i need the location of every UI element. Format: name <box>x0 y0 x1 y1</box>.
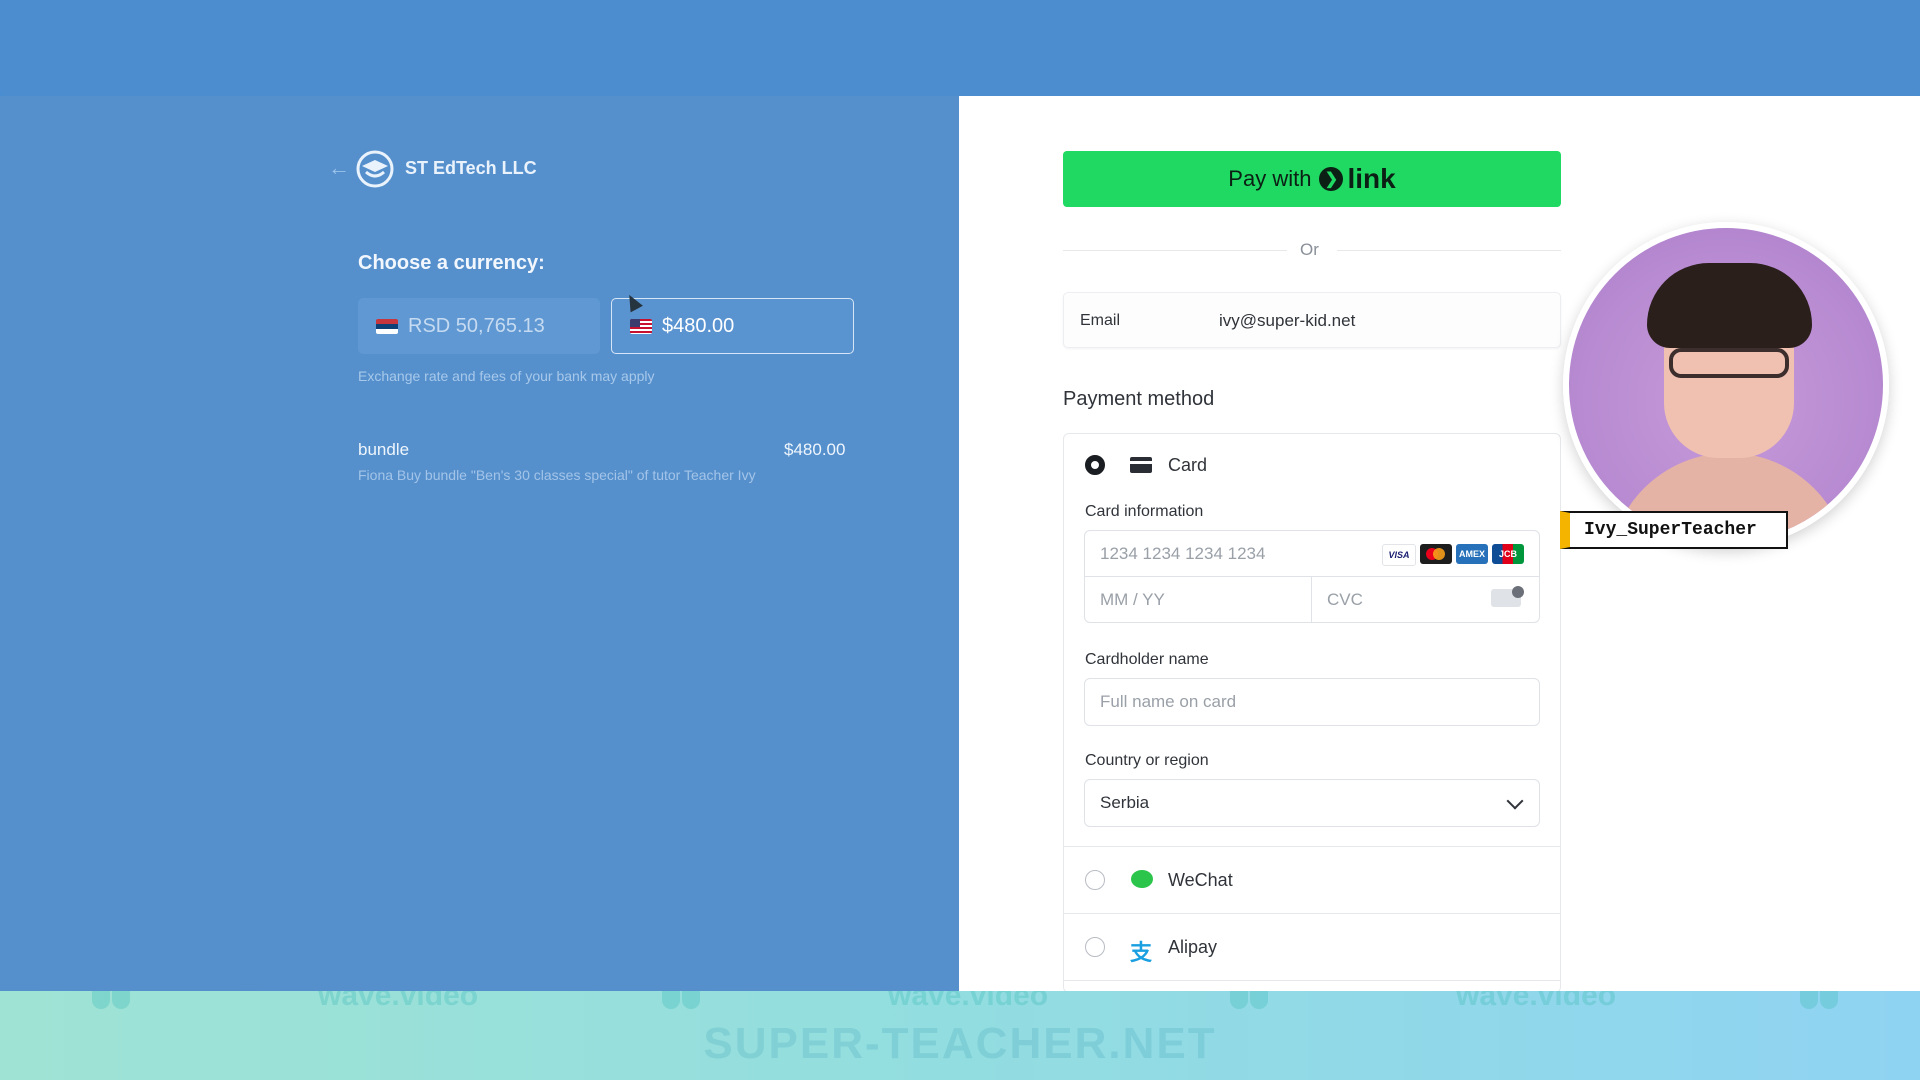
card-brands: VISA AMEX JCB <box>1382 544 1524 566</box>
presenter-name-tag: Ivy_SuperTeacher <box>1560 511 1788 549</box>
line-item-description: Fiona Buy bundle "Ben's 30 classes speci… <box>358 467 756 483</box>
mastercard-icon <box>1420 544 1452 564</box>
order-summary-panel <box>0 96 959 991</box>
alipay-option-label: Alipay <box>1168 937 1218 957</box>
card-option-label: Card <box>1168 455 1208 475</box>
currency-option-label: $480.00 <box>662 314 735 337</box>
jcb-icon: JCB <box>1492 544 1524 564</box>
expiry-input[interactable]: MM / YY <box>1084 576 1312 623</box>
currency-option-rsd[interactable]: RSD 50,765.13 <box>358 298 600 354</box>
presenter-hair <box>1647 263 1812 348</box>
watermark-text: wave.video <box>1456 991 1617 1012</box>
email-value: ivy@super-kid.net <box>1219 311 1356 330</box>
top-video-band <box>0 0 1920 96</box>
email-field[interactable]: Email ivy@super-kid.net <box>1063 292 1561 348</box>
divider <box>1063 846 1561 847</box>
pay-with-link-button[interactable]: Pay with ❯ link <box>1063 151 1561 207</box>
payment-method-title: Payment method <box>1063 388 1215 410</box>
line-item-price: $480.00 <box>784 440 846 459</box>
amex-icon: AMEX <box>1456 544 1488 564</box>
presenter-webcam <box>1563 222 1889 548</box>
visa-icon: VISA <box>1382 544 1416 566</box>
link-brand-label: link <box>1347 163 1396 194</box>
watermark-logo-icon <box>92 991 132 1009</box>
merchant-name: ST EdTech LLC <box>405 158 537 178</box>
country-select[interactable]: Serbia <box>1084 779 1540 827</box>
bottom-watermark: SUPER-TEACHER.NET <box>703 1019 1217 1068</box>
watermark-logo-icon <box>1230 991 1270 1009</box>
presenter-glasses <box>1669 348 1789 378</box>
watermark-logo-icon <box>1800 991 1840 1009</box>
arrow-left-icon[interactable]: ← <box>328 155 350 181</box>
or-separator: Or <box>1300 240 1319 259</box>
divider <box>1063 980 1561 981</box>
cardholder-name-input[interactable]: Full name on card <box>1084 678 1540 726</box>
alipay-radio[interactable] <box>1085 937 1105 957</box>
cvc-placeholder: CVC <box>1327 589 1363 609</box>
link-logo: ❯ link <box>1319 163 1396 195</box>
us-flag-icon <box>630 318 652 334</box>
merchant-logo-icon <box>356 150 394 188</box>
cardholder-name-label: Cardholder name <box>1085 651 1209 668</box>
divider <box>1063 913 1561 914</box>
currency-option-usd[interactable]: $480.00 <box>611 298 854 354</box>
card-radio[interactable] <box>1085 455 1105 475</box>
divider-left <box>1063 250 1287 251</box>
card-information-label: Card information <box>1085 503 1204 520</box>
credit-card-icon <box>1130 457 1152 473</box>
currency-heading: Choose a currency: <box>358 252 545 274</box>
country-value: Serbia <box>1100 793 1150 812</box>
cvc-card-icon <box>1491 586 1524 607</box>
divider-right <box>1337 250 1561 251</box>
line-item-name: bundle <box>358 440 410 459</box>
wechat-radio[interactable] <box>1085 870 1105 890</box>
wechat-icon <box>1131 870 1153 888</box>
chevron-right-icon: ❯ <box>1319 167 1344 191</box>
wechat-option-label: WeChat <box>1168 870 1233 890</box>
cardholder-placeholder: Full name on card <box>1100 692 1237 711</box>
bottom-video-band: wave.video wave.video wave.video SUPER-T… <box>0 991 1920 1080</box>
watermark-logo-icon <box>662 991 702 1009</box>
card-number-placeholder: 1234 1234 1234 1234 <box>1100 543 1266 563</box>
watermark-text: wave.video <box>888 991 1049 1012</box>
country-label: Country or region <box>1085 752 1209 769</box>
exchange-rate-note: Exchange rate and fees of your bank may … <box>358 368 655 384</box>
pay-with-label: Pay with <box>1228 166 1312 191</box>
email-label: Email <box>1080 312 1121 329</box>
watermark-text: wave.video <box>318 991 479 1012</box>
serbia-flag-icon <box>376 318 398 334</box>
alipay-icon: 支 <box>1130 940 1153 965</box>
expiry-placeholder: MM / YY <box>1100 589 1165 609</box>
currency-option-label: RSD 50,765.13 <box>408 314 545 337</box>
